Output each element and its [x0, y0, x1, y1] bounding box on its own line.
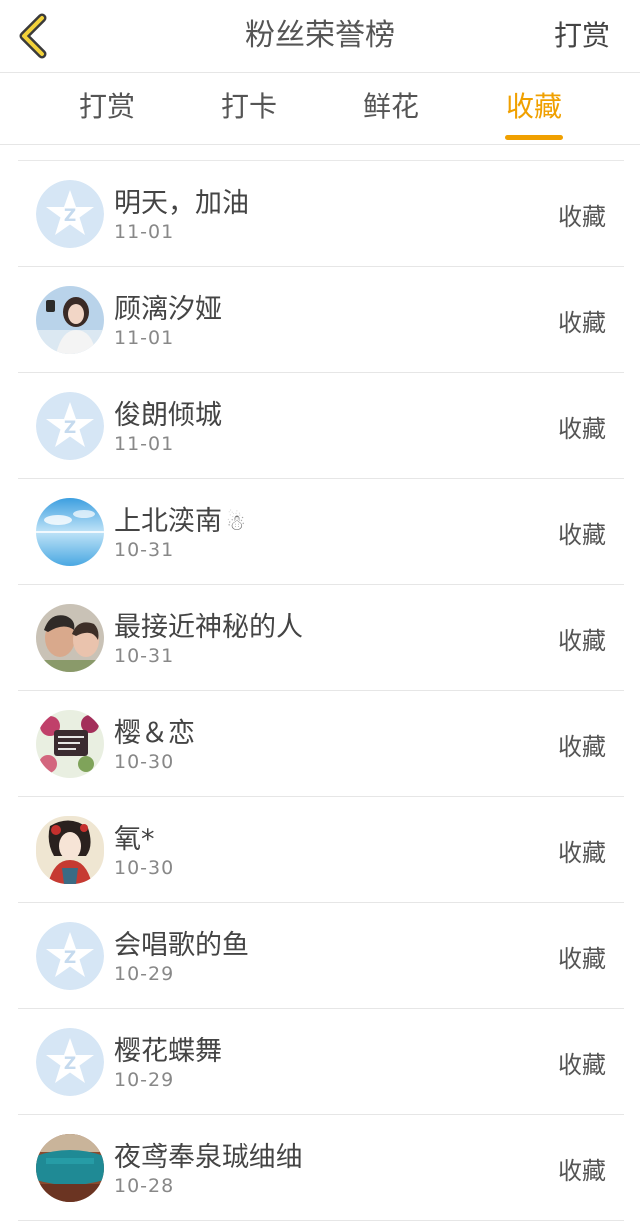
list-item[interactable]: 樱＆恋 10-30 收藏 [18, 691, 624, 797]
fan-date: 10-31 [114, 539, 175, 561]
fan-date: 10-30 [114, 751, 175, 773]
fan-date: 10-31 [114, 645, 175, 667]
fan-date: 11-01 [114, 221, 175, 243]
sky-sea-avatar [36, 498, 104, 566]
snowman-emoji-icon: ☃ [226, 511, 246, 536]
fan-name: 氧* [114, 824, 155, 855]
fan-date: 10-29 [114, 963, 175, 985]
list-item[interactable]: Z 会唱歌的鱼 10-29 收藏 [18, 903, 624, 1009]
list-item[interactable]: 上北湙南 ☃ 10-31 收藏 [18, 479, 624, 585]
favorite-label: 收藏 [558, 203, 606, 231]
fan-name: 夜鸢奉泉珹䌷䌷 [114, 1142, 303, 1173]
favorite-label: 收藏 [558, 1157, 606, 1185]
tab-favorites[interactable]: 收藏 [484, 73, 584, 144]
illustration-lady-avatar [36, 816, 104, 884]
favorite-label: 收藏 [558, 839, 606, 867]
favorite-label: 收藏 [558, 627, 606, 655]
list-item[interactable]: Z 明天，加油 11-01 收藏 [18, 161, 624, 267]
fan-date: 10-30 [114, 857, 175, 879]
default-star-avatar: Z [36, 1028, 104, 1096]
fan-date: 11-01 [114, 327, 175, 349]
svg-text:Z: Z [64, 206, 76, 226]
default-star-avatar: Z [36, 180, 104, 248]
fan-list: Z 明天，加油 11-01 收藏 顾漓汐娅 11-01 收藏 Z 俊朗倾城 11… [18, 160, 624, 1221]
favorite-label: 收藏 [558, 309, 606, 337]
active-tab-indicator [505, 135, 563, 140]
fan-date: 11-01 [114, 433, 175, 455]
girl-photo-avatar [36, 286, 104, 354]
default-star-avatar: Z [36, 392, 104, 460]
list-item[interactable]: 夜鸢奉泉珹䌷䌷 10-28 收藏 [18, 1115, 624, 1221]
tab-flowers[interactable]: 鲜花 [341, 73, 441, 144]
fan-name: 上北湙南 ☃ [114, 506, 246, 537]
fan-name: 明天，加油 [114, 188, 249, 219]
list-item[interactable]: 顾漓汐娅 11-01 收藏 [18, 267, 624, 373]
default-star-avatar: Z [36, 922, 104, 990]
favorite-label: 收藏 [558, 415, 606, 443]
fan-name: 樱花蝶舞 [114, 1036, 222, 1067]
page-title: 粉丝荣誉榜 [245, 18, 395, 53]
list-item[interactable]: Z 俊朗倾城 11-01 收藏 [18, 373, 624, 479]
list-item[interactable]: 氧* 10-30 收藏 [18, 797, 624, 903]
fan-name: 俊朗倾城 [114, 400, 222, 431]
fan-name: 会唱歌的鱼 [114, 930, 249, 961]
favorite-label: 收藏 [558, 1051, 606, 1079]
couple-photo-avatar [36, 604, 104, 672]
svg-text:Z: Z [64, 418, 76, 438]
favorite-label: 收藏 [558, 733, 606, 761]
top-bar: 粉丝荣誉榜 打赏 [0, 0, 640, 73]
back-button[interactable] [14, 10, 54, 62]
tab-reward[interactable]: 打赏 [57, 73, 157, 144]
reward-button[interactable]: 打赏 [554, 0, 610, 72]
fan-date: 10-29 [114, 1069, 175, 1091]
fan-name: 最接近神秘的人 [114, 612, 303, 643]
fan-date: 10-28 [114, 1175, 175, 1197]
flower-text-avatar [36, 710, 104, 778]
pool-photo-avatar [36, 1134, 104, 1202]
favorite-label: 收藏 [558, 521, 606, 549]
svg-text:Z: Z [64, 1054, 76, 1074]
list-item[interactable]: 最接近神秘的人 10-31 收藏 [18, 585, 624, 691]
favorite-label: 收藏 [558, 945, 606, 973]
chevron-left-icon [19, 13, 47, 59]
tab-checkin[interactable]: 打卡 [199, 73, 299, 144]
fan-name: 顾漓汐娅 [114, 294, 222, 325]
fan-name: 樱＆恋 [114, 718, 195, 749]
svg-text:Z: Z [64, 948, 76, 968]
tab-bar: 打赏 打卡 鲜花 收藏 [0, 73, 640, 145]
list-item[interactable]: Z 樱花蝶舞 10-29 收藏 [18, 1009, 624, 1115]
